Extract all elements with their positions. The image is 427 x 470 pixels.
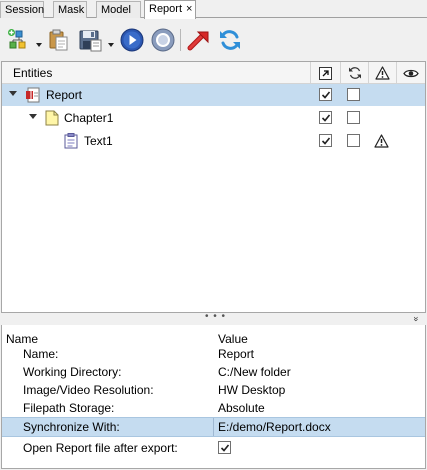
stop-icon xyxy=(151,28,175,52)
property-value[interactable]: Report xyxy=(218,347,254,361)
tab-label: Report xyxy=(149,3,183,15)
property-row-filepath-storage[interactable]: Filepath Storage: Absolute xyxy=(2,399,425,417)
checkmark-icon xyxy=(220,444,230,452)
property-name: Working Directory: xyxy=(23,365,122,379)
column-header-open[interactable] xyxy=(310,62,340,84)
column1-checkbox[interactable] xyxy=(319,88,332,101)
tree-row-chapter1[interactable]: Chapter1 xyxy=(2,107,425,129)
play-button[interactable] xyxy=(120,28,144,52)
open-after-export-checkbox[interactable] xyxy=(218,441,231,454)
splitter-grip[interactable]: • • • xyxy=(205,312,226,322)
entities-header: Entities xyxy=(2,62,425,84)
open-link-icon xyxy=(319,66,332,80)
property-value[interactable]: HW Desktop xyxy=(218,383,285,397)
tab-model[interactable]: Model xyxy=(96,1,141,18)
panel-splitter[interactable]: • • • » xyxy=(1,312,426,325)
property-name: Name: xyxy=(23,347,59,361)
tree-row-report[interactable]: Report xyxy=(2,84,425,106)
tree-row-label: Text1 xyxy=(84,134,113,148)
warning-icon xyxy=(374,134,389,148)
export-button[interactable] xyxy=(187,28,211,52)
column-header-sync[interactable] xyxy=(340,62,368,84)
column1-checkbox[interactable] xyxy=(319,111,332,124)
property-row-synchronize-with[interactable]: Synchronize With: E:/demo/Report.docx xyxy=(2,417,425,437)
paste-icon xyxy=(49,29,68,51)
column-header-warning[interactable] xyxy=(368,62,396,84)
warning-icon xyxy=(375,66,390,80)
add-entity-button[interactable] xyxy=(7,28,31,52)
property-name: Image/Video Resolution: xyxy=(23,383,154,397)
column2-checkbox[interactable] xyxy=(347,88,360,101)
tab-label: Session xyxy=(5,4,45,16)
property-row-resolution[interactable]: Image/Video Resolution: HW Desktop xyxy=(2,381,425,399)
column-header-visibility[interactable] xyxy=(396,62,425,84)
checkmark-icon xyxy=(321,114,331,122)
refresh-button[interactable] xyxy=(218,28,242,52)
chevron-down-icon[interactable] xyxy=(36,37,42,47)
sync-icon xyxy=(348,67,361,79)
column2-checkbox[interactable] xyxy=(347,134,360,147)
export-arrow-icon xyxy=(187,31,209,51)
column-divider xyxy=(213,418,214,436)
chapter-icon xyxy=(45,110,59,126)
property-row-name[interactable]: Name: Report xyxy=(2,345,425,363)
add-entity-icon xyxy=(8,29,26,49)
tab-session[interactable]: Session xyxy=(0,1,44,18)
property-name: Open Report file after export: xyxy=(23,441,178,455)
paste-button[interactable] xyxy=(47,28,71,52)
chevron-down-icon[interactable] xyxy=(108,37,114,47)
property-value[interactable]: E:/demo/Report.docx xyxy=(218,420,331,434)
eye-icon xyxy=(403,69,419,77)
tab-mask[interactable]: Mask xyxy=(53,1,87,18)
entities-header-label: Entities xyxy=(13,66,53,80)
value-column-header: Value xyxy=(218,332,248,346)
tree-row-text1[interactable]: Text1 xyxy=(2,130,425,152)
refresh-icon xyxy=(220,30,240,50)
text-item-icon xyxy=(64,133,78,149)
stop-button[interactable] xyxy=(151,28,175,52)
tab-report[interactable]: Report × xyxy=(144,0,196,19)
property-row-open-after-export[interactable]: Open Report file after export: xyxy=(2,439,425,457)
close-icon[interactable]: × xyxy=(186,3,192,15)
entities-panel: Entities Report Chapter1 Text1 xyxy=(1,61,426,313)
name-column-header: Name xyxy=(6,332,39,346)
tab-bar: Session Mask Model Report × xyxy=(0,0,427,19)
expand-arrow-icon[interactable] xyxy=(29,114,37,119)
tree-row-label: Chapter1 xyxy=(64,111,114,125)
checkmark-icon xyxy=(321,137,331,145)
toolbar xyxy=(0,19,427,61)
play-icon xyxy=(120,28,144,52)
property-value[interactable]: Absolute xyxy=(218,401,265,415)
save-icon xyxy=(79,30,102,52)
properties-panel: Name Value Name: Report Working Director… xyxy=(1,325,426,469)
checkmark-icon xyxy=(321,91,331,99)
toolbar-separator xyxy=(180,29,181,51)
collapse-icon[interactable]: » xyxy=(412,316,422,321)
property-value[interactable]: C:/New folder xyxy=(218,365,291,379)
property-name: Filepath Storage: xyxy=(23,401,115,415)
tab-label: Mask xyxy=(58,4,85,16)
column2-checkbox[interactable] xyxy=(347,111,360,124)
property-row-working-directory[interactable]: Working Directory: C:/New folder xyxy=(2,363,425,381)
property-name: Synchronize With: xyxy=(23,420,120,434)
expand-arrow-icon[interactable] xyxy=(9,91,17,96)
tree-row-label: Report xyxy=(46,88,83,102)
column1-checkbox[interactable] xyxy=(319,134,332,147)
tab-label: Model xyxy=(101,4,131,16)
report-icon xyxy=(26,87,40,103)
save-button[interactable] xyxy=(78,28,102,52)
